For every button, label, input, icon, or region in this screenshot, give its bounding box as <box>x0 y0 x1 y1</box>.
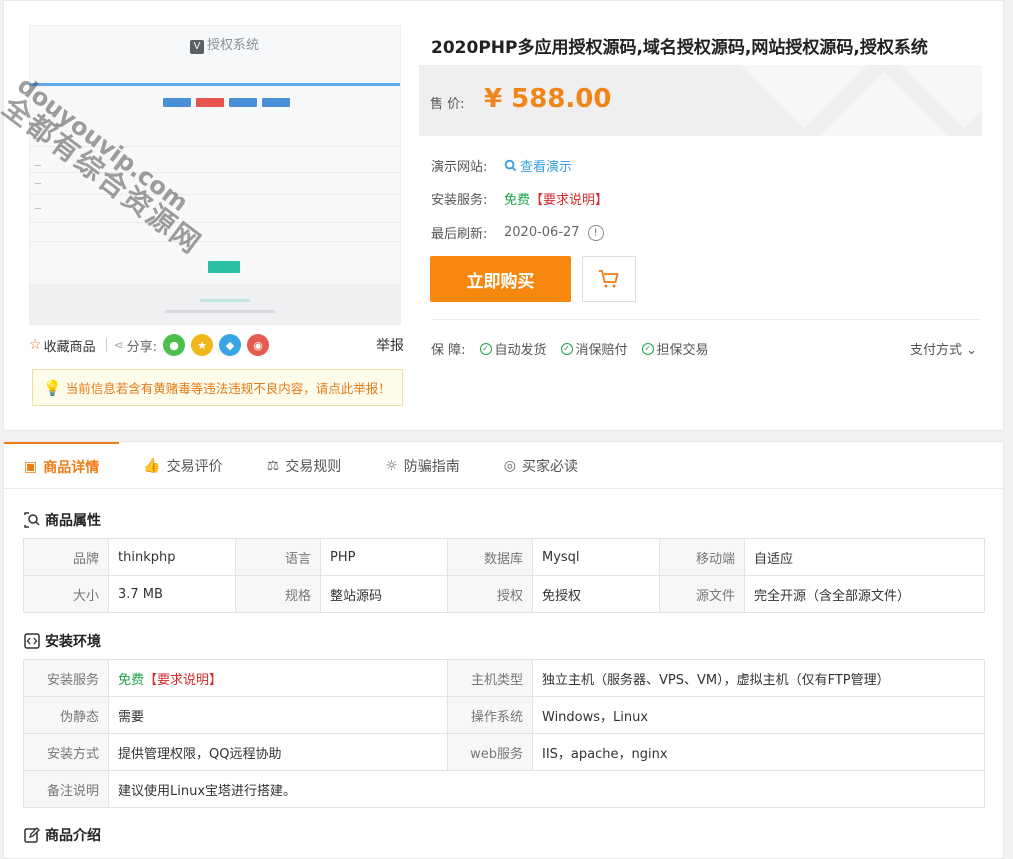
share-row: ☆ 收藏商品 ⋖ 分享: ● ★ ◆ ◉ 举报 <box>29 334 404 356</box>
qq-icon[interactable]: ◆ <box>219 334 242 356</box>
code-icon <box>24 633 40 649</box>
table-row: 伪静态 需要 操作系统 Windows，Linux <box>23 696 985 734</box>
lightbulb-icon: 💡 <box>43 378 62 397</box>
tab-product-details[interactable]: ▣ 商品详情 <box>4 442 120 489</box>
tab-reviews[interactable]: 👍 交易评价 <box>123 442 242 489</box>
thumbs-up-icon: 👍 <box>143 457 161 474</box>
demo-row: 演示网站: 查看演示 <box>431 156 572 175</box>
guarantee-row: 保 障: ✓ 自动发货 ✓ 消保赔付 ✓ 担保交易 支付方式 ⌄ <box>431 339 977 358</box>
divider <box>431 319 981 320</box>
table-row: 备注说明 建议使用Linux宝塔进行搭建。 <box>23 770 985 808</box>
image-icon: ▣ <box>24 458 38 475</box>
table-row: 安装服务 免费【要求说明】 主机类型 独立主机（服务器、VPS、VM），虚拟主机… <box>23 659 985 697</box>
preview-buttons <box>163 98 290 107</box>
payment-methods-dropdown[interactable]: 支付方式 ⌄ <box>910 339 977 358</box>
search-icon <box>504 159 517 172</box>
add-to-cart-button[interactable] <box>582 256 636 302</box>
price-box: 售 价: ¥ 588.00 <box>419 65 982 136</box>
qzone-icon[interactable]: ★ <box>191 334 214 356</box>
preview-header-line <box>30 83 400 86</box>
demo-link[interactable]: 查看演示 <box>504 156 572 175</box>
check-icon: ✓ <box>641 342 654 355</box>
guarantee-compensation: ✓ 消保赔付 <box>560 339 628 358</box>
product-summary-card: V 授权系统 — — — — 全都有综合资源网 douyouvip.com ☆ 收… <box>0 0 1004 431</box>
tab-trade-rules[interactable]: ⚖ 交易规则 <box>247 442 362 489</box>
tab-buyer-guide[interactable]: ◎ 买家必读 <box>484 442 598 489</box>
preview-footer <box>30 284 400 324</box>
environment-table: 安装服务 免费【要求说明】 主机类型 独立主机（服务器、VPS、VM），虚拟主机… <box>23 659 985 808</box>
divider <box>105 338 107 352</box>
report-notice[interactable]: 💡 当前信息若含有黄赌毒等违法违规不良内容，请点此举报！ <box>32 369 403 406</box>
price-label: 售 价: <box>430 97 465 112</box>
refresh-row: 最后刷新: 2020-06-27 ! <box>431 223 604 242</box>
table-row: 安装方式 提供管理权限，QQ远程协助 web服务 IIS，apache，ngin… <box>23 733 985 771</box>
scale-icon: ⚖ <box>266 457 280 474</box>
chevron-down-icon: ⌄ <box>966 343 977 358</box>
weibo-icon[interactable]: ◉ <box>247 334 270 356</box>
check-icon: ✓ <box>479 342 492 355</box>
guarantee-escrow: ✓ 担保交易 <box>641 339 709 358</box>
table-row: 大小 3.7 MB 规格 整站源码 授权 免授权 源文件 完全开源（含全部源文件… <box>23 575 985 613</box>
target-icon: ◎ <box>503 457 517 474</box>
install-requirement-link[interactable]: 【要求说明】 <box>530 189 608 208</box>
section-title-environment: 安装环境 <box>24 631 101 651</box>
product-preview-image[interactable]: V 授权系统 — — — — <box>29 25 401 325</box>
preview-submit <box>208 261 240 273</box>
star-icon: ☆ <box>29 337 42 353</box>
section-title-attributes: 商品属性 <box>24 510 101 530</box>
cart-icon <box>599 270 619 288</box>
check-icon: ✓ <box>560 342 573 355</box>
product-title: 2020PHP多应用授权源码,域名授权源码,网站授权源码,授权系统 <box>431 38 928 58</box>
report-link[interactable]: 举报 <box>376 335 404 355</box>
search-list-icon <box>24 512 40 528</box>
share-label: ⋖ 分享: <box>113 338 158 355</box>
guarantee-auto-delivery: ✓ 自动发货 <box>479 339 547 358</box>
price-value: ¥ 588.00 <box>484 84 612 114</box>
buy-now-button[interactable]: 立即购买 <box>430 256 571 302</box>
section-title-intro: 商品介绍 <box>24 825 101 845</box>
detail-tabs: ▣ 商品详情 👍 交易评价 ⚖ 交易规则 ☼ 防骗指南 ◎ 买家必读 <box>4 442 1003 489</box>
install-row: 安装服务: 免费 【要求说明】 <box>431 189 608 208</box>
wechat-icon[interactable]: ● <box>163 334 186 356</box>
product-detail-card: ▣ 商品详情 👍 交易评价 ⚖ 交易规则 ☼ 防骗指南 ◎ 买家必读 商品属性 品牌 th… <box>3 441 1004 859</box>
favorite-button[interactable]: ☆ 收藏商品 <box>29 336 96 355</box>
edit-icon <box>24 827 40 843</box>
help-icon[interactable]: ! <box>587 224 604 241</box>
share-icon: ⋖ <box>113 338 124 352</box>
install-requirement-link[interactable]: 【要求说明】 <box>144 673 222 688</box>
attributes-table: 品牌 thinkphp 语言 PHP 数据库 Mysql 移动端 自适应 大小 … <box>23 538 985 613</box>
table-row: 品牌 thinkphp 语言 PHP 数据库 Mysql 移动端 自适应 <box>23 538 985 576</box>
preview-logo: V 授权系统 <box>190 34 259 54</box>
tab-anti-fraud[interactable]: ☼ 防骗指南 <box>365 442 480 489</box>
bulb-icon: ☼ <box>385 457 398 474</box>
